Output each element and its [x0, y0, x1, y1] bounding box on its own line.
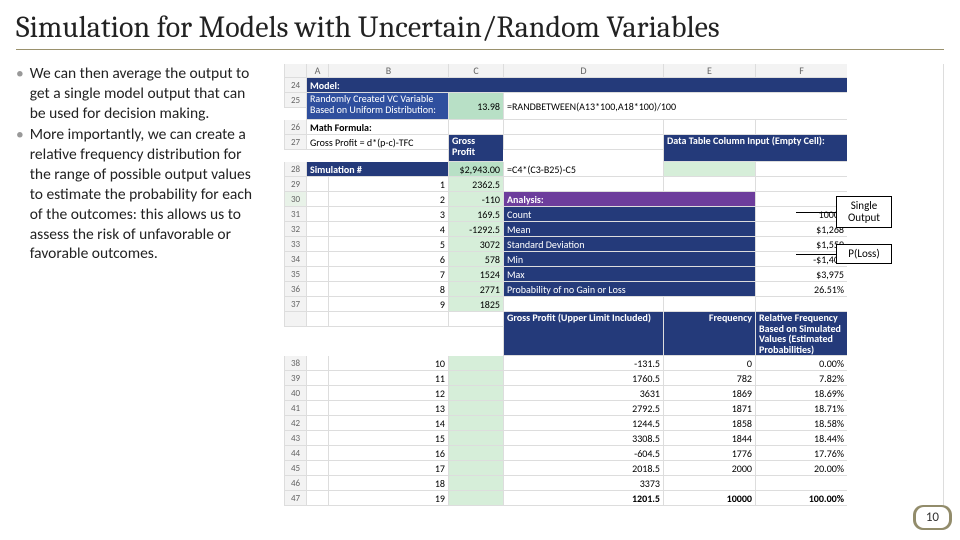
page-number: 10: [916, 507, 949, 528]
bullet-item: More importantly, we can create a relati…: [16, 125, 264, 264]
bullet-text: We can then average the output to get a …: [30, 64, 264, 123]
content-area: We can then average the output to get a …: [0, 64, 960, 506]
bullet-text: More importantly, we can create a relati…: [30, 125, 264, 264]
slide-title: Simulation for Models with Uncertain/Ran…: [0, 0, 960, 49]
page-number-badge: 10: [913, 505, 952, 530]
bullet-column: We can then average the output to get a …: [16, 64, 264, 506]
bullet-item: We can then average the output to get a …: [16, 64, 264, 123]
annotation-ploss: P(Loss): [836, 244, 892, 264]
title-rule: [16, 49, 944, 50]
annotation-single-output: Single Output: [836, 196, 892, 228]
spreadsheet-screenshot: ABCDEF24Model:25Randomly Created VC Vari…: [284, 64, 944, 506]
